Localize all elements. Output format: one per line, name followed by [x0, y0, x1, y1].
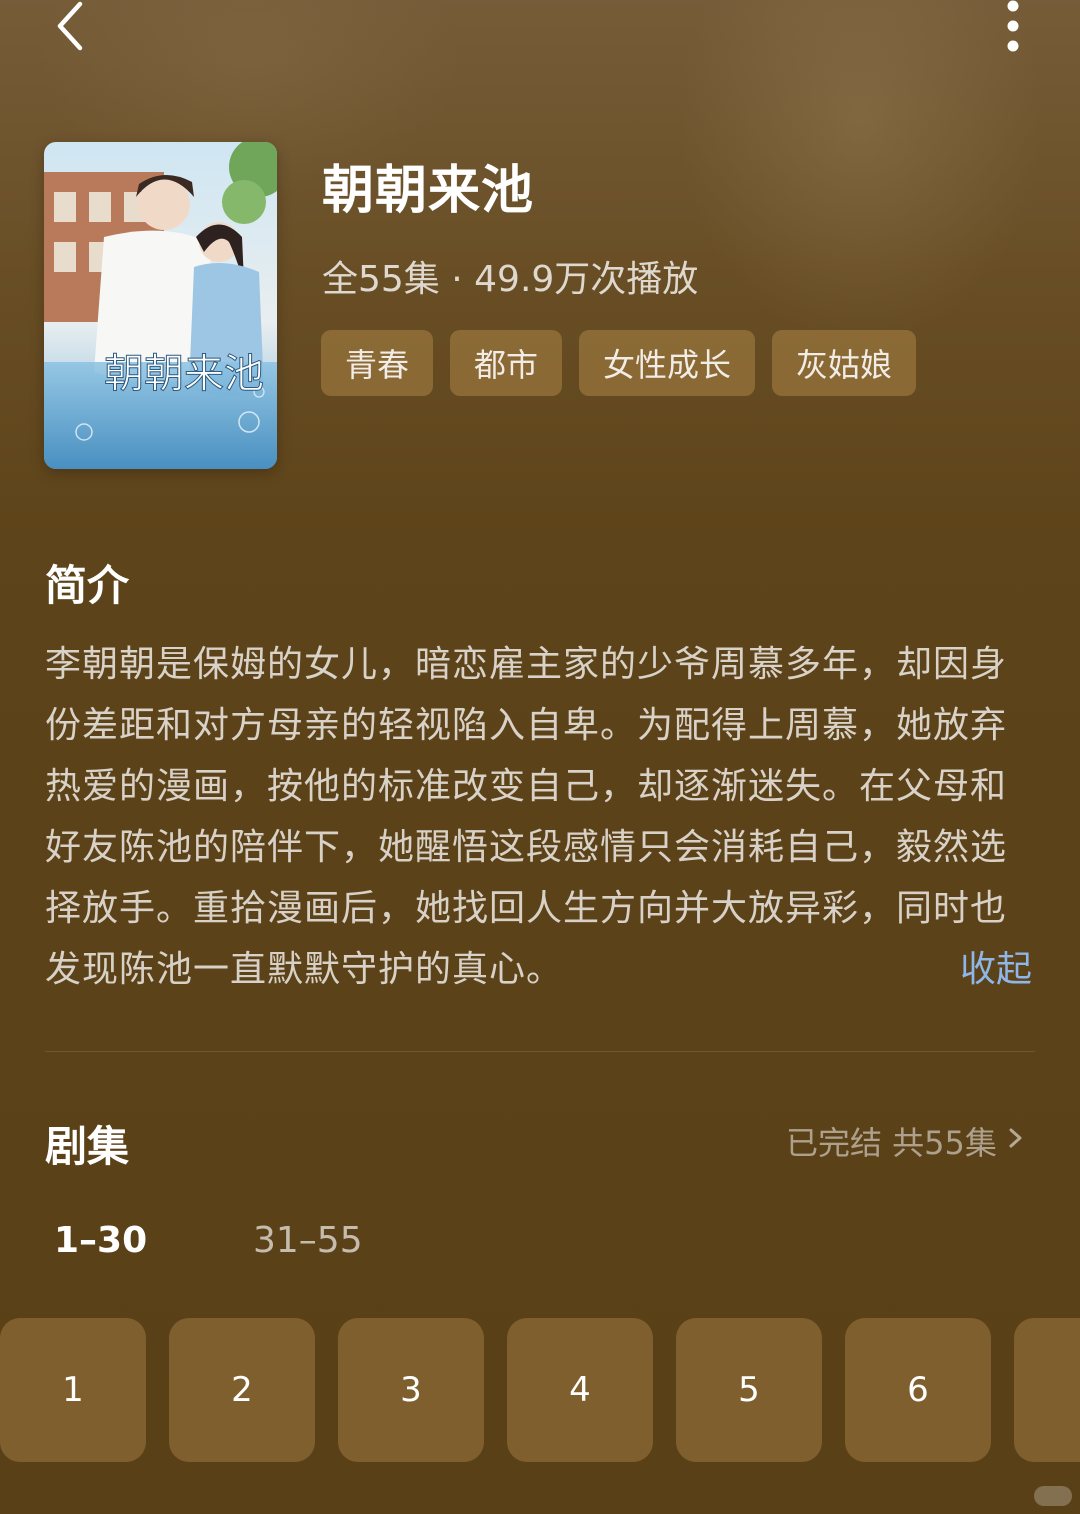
synopsis-text: 李朝朝是保姆的女儿，暗恋雇主家的少爷周慕多年，却因身份差距和对方母亲的轻视陷入自… — [45, 644, 1008, 990]
chevron-right-icon — [1007, 1122, 1025, 1160]
drama-meta: 全55集 · 49.9万次播放 — [322, 259, 699, 300]
episode-button-1[interactable]: 1 — [0, 1318, 146, 1462]
tag-cinderella[interactable]: 灰姑娘 — [772, 330, 917, 396]
episode-button-6[interactable]: 6 — [845, 1318, 991, 1462]
drama-cover-image[interactable]: 朝朝来池 — [44, 142, 277, 469]
episode-button-2[interactable]: 2 — [169, 1318, 315, 1462]
episodes-status-text: 已完结 共55集 — [786, 1124, 997, 1162]
episodes-heading: 剧集 — [45, 1122, 130, 1171]
tab-range-31-55[interactable]: 31–55 — [253, 1220, 363, 1261]
episode-button-5[interactable]: 5 — [676, 1318, 822, 1462]
episode-button-4[interactable]: 4 — [507, 1318, 653, 1462]
drama-title: 朝朝来池 — [322, 161, 535, 221]
tag-list: 青春 都市 女性成长 灰姑娘 — [321, 330, 917, 396]
watermark-badge — [1034, 1486, 1072, 1506]
collapse-button[interactable]: 收起 — [960, 940, 1032, 992]
cover-title-text: 朝朝来池 — [104, 351, 264, 397]
tab-range-1-30[interactable]: 1–30 — [54, 1220, 147, 1261]
tag-youth[interactable]: 青春 — [321, 330, 434, 396]
episode-list: 1 2 3 4 5 6 — [0, 1318, 1080, 1462]
synopsis-heading: 简介 — [45, 561, 130, 610]
tag-urban[interactable]: 都市 — [450, 330, 563, 396]
episode-button-next-partial[interactable] — [1014, 1318, 1080, 1462]
section-divider — [45, 1051, 1035, 1052]
chevron-left-icon[interactable] — [48, 0, 96, 54]
episode-button-3[interactable]: 3 — [338, 1318, 484, 1462]
more-vertical-icon[interactable] — [996, 0, 1032, 56]
episodes-status-link[interactable]: 已完结 共55集 — [786, 1118, 1025, 1164]
top-bar — [0, 0, 1080, 60]
tag-female-growth[interactable]: 女性成长 — [579, 330, 756, 396]
